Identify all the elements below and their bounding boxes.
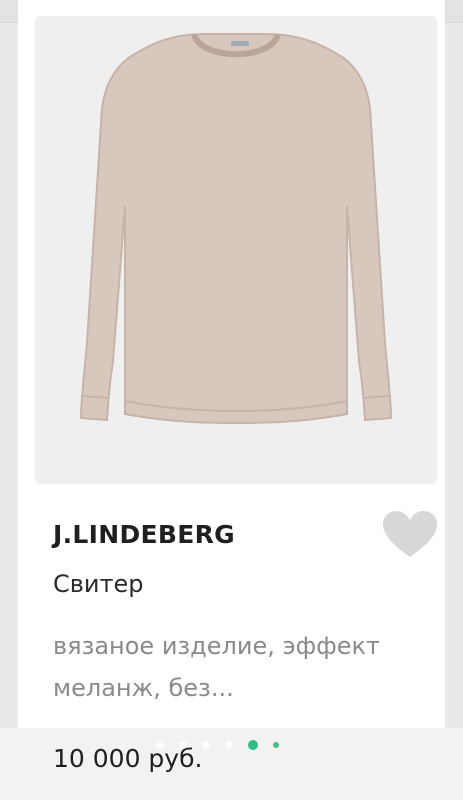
carousel-dot[interactable] xyxy=(202,741,210,749)
brand-name: J.LINDEBERG xyxy=(53,520,235,549)
favorite-button[interactable] xyxy=(381,509,439,561)
carousel-dot[interactable] xyxy=(273,742,279,748)
product-title: Свитер xyxy=(53,570,144,598)
carousel-dots[interactable] xyxy=(156,739,279,751)
heart-icon xyxy=(383,511,437,557)
carousel-dot[interactable] xyxy=(179,741,187,749)
sweater-icon xyxy=(35,16,437,484)
product-description: вязаное изделие, эффект меланж, без... xyxy=(53,632,380,702)
carousel-dot[interactable] xyxy=(225,741,233,749)
product-image[interactable] xyxy=(35,16,437,484)
carousel-dot-active[interactable] xyxy=(248,740,258,750)
carousel-dot[interactable] xyxy=(156,741,164,749)
